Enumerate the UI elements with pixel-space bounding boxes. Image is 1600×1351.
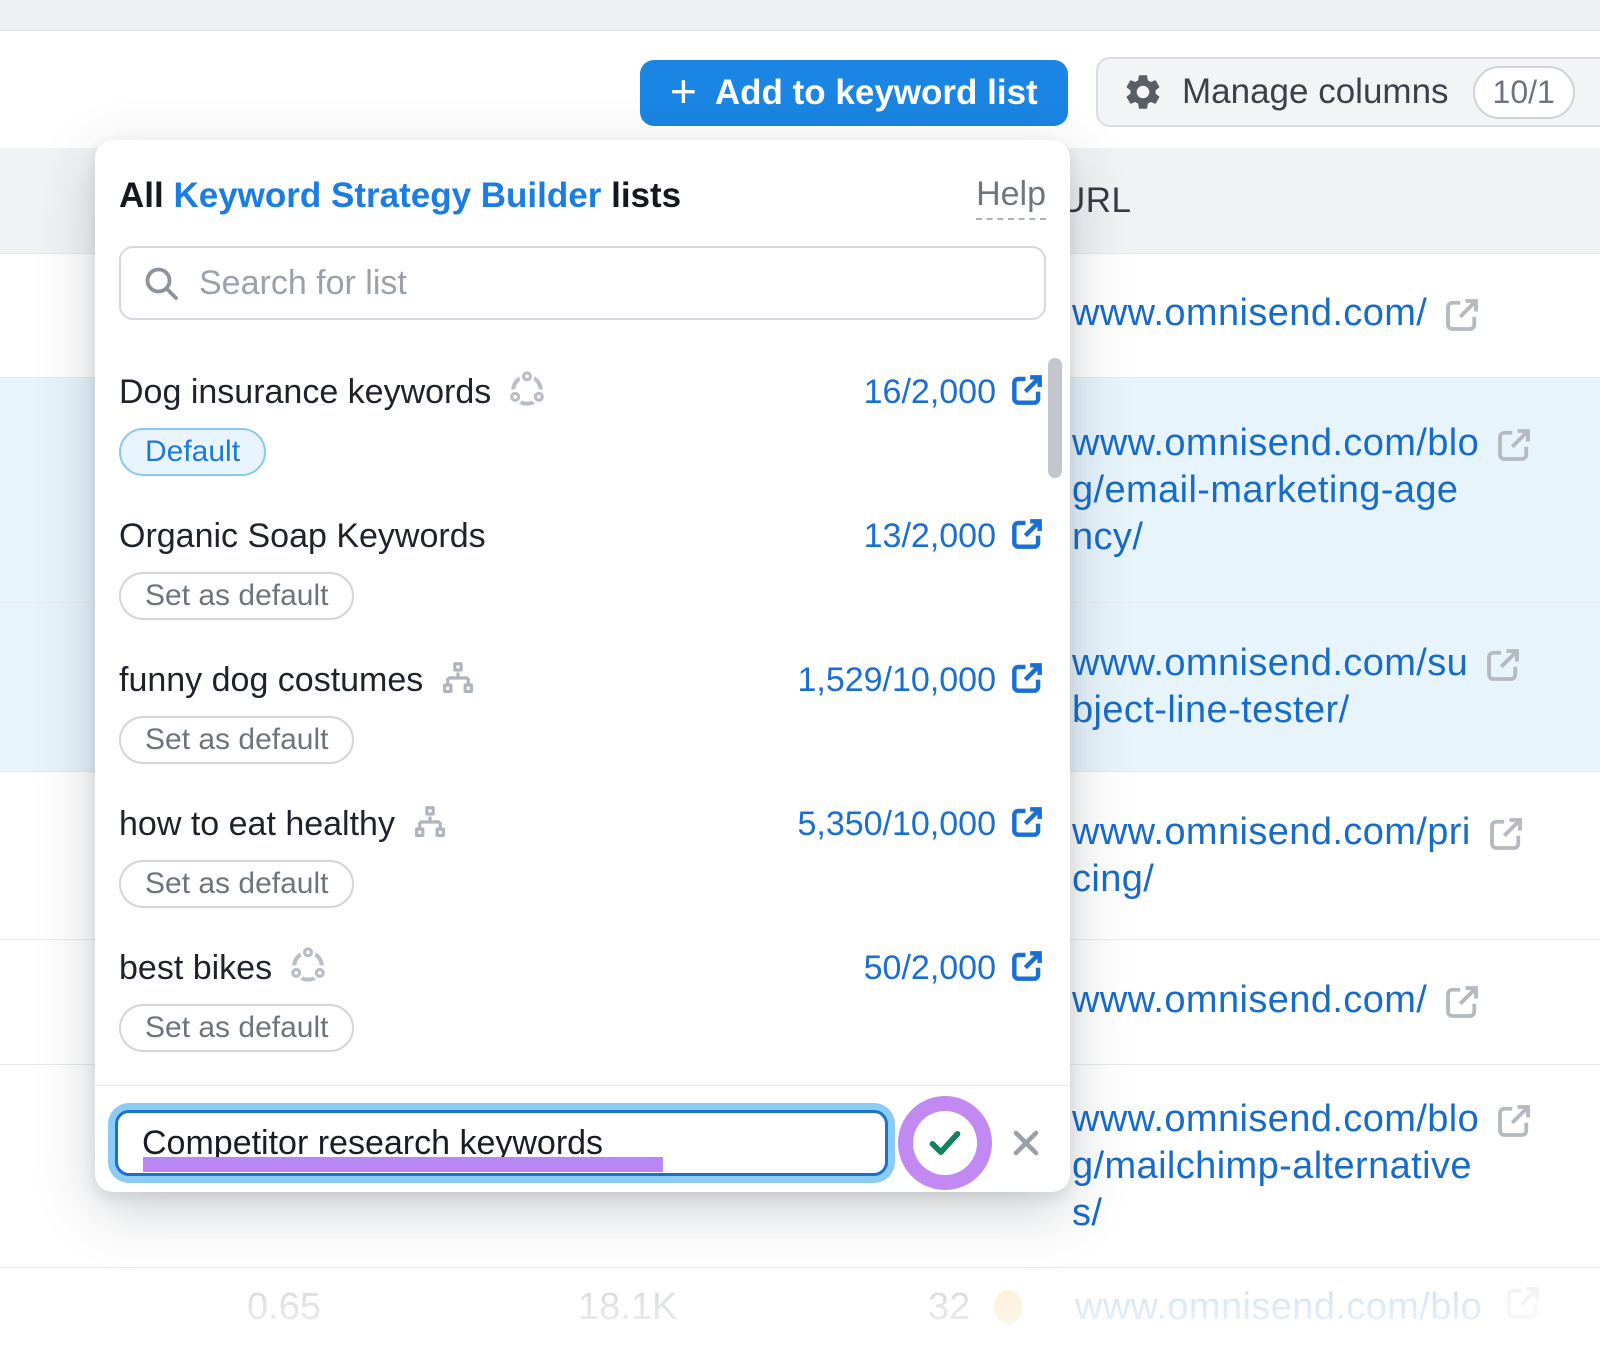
list-item: how to eat healthy 5,350/10,000 Set as d… <box>119 778 1046 922</box>
set-as-default-button[interactable]: Set as default <box>119 860 354 908</box>
search-icon <box>141 263 181 303</box>
external-link-icon[interactable] <box>1441 294 1483 341</box>
add-to-keyword-list-label: Add to keyword list <box>715 73 1038 113</box>
url-link[interactable]: cing/ <box>1072 856 1471 903</box>
url-link[interactable]: www.omnisend.com/blo <box>1072 420 1479 467</box>
url-link[interactable]: www.omnisend.com/su <box>1072 640 1468 687</box>
url-link[interactable]: www.omnisend.com/ <box>1072 977 1427 1024</box>
bottom-fade-overlay <box>0 1268 1600 1351</box>
url-link[interactable]: s/ <box>1072 1190 1479 1237</box>
list-count-link[interactable]: 13/2,000 <box>864 517 996 556</box>
default-badge: Default <box>119 428 266 476</box>
gear-icon <box>1122 71 1164 113</box>
dropdown-header: All Keyword Strategy Builder lists Help <box>95 140 1070 220</box>
list-item-row[interactable]: Dog insurance keywords 16/2,000 <box>119 368 1046 416</box>
confirm-annotation-ring <box>898 1096 992 1190</box>
list-name: best bikes <box>119 949 272 988</box>
list-name: funny dog costumes <box>119 661 423 700</box>
dropdown-title: All Keyword Strategy Builder lists <box>119 174 681 218</box>
sitemap-icon <box>411 803 449 846</box>
help-link[interactable]: Help <box>976 174 1046 220</box>
list-name: Dog insurance keywords <box>119 373 491 412</box>
dropdown-scrollbar-thumb[interactable] <box>1048 358 1062 478</box>
new-list-row <box>95 1085 1070 1190</box>
external-link-icon[interactable] <box>1008 947 1046 990</box>
external-link-icon[interactable] <box>1485 813 1527 860</box>
url-link[interactable]: g/mailchimp-alternative <box>1072 1143 1479 1190</box>
list-item-row[interactable]: funny dog costumes 1,529/10,000 <box>119 656 1046 704</box>
external-link-icon[interactable] <box>1493 1100 1535 1147</box>
cluster-icon <box>507 370 547 415</box>
manage-columns-button[interactable]: Manage columns 10/1 <box>1096 57 1600 127</box>
close-icon <box>1006 1123 1046 1163</box>
title-all: All <box>119 176 164 215</box>
set-as-default-button[interactable]: Set as default <box>119 1004 354 1052</box>
keyword-strategy-builder-link[interactable]: Keyword Strategy Builder <box>173 176 601 215</box>
manage-columns-label: Manage columns <box>1182 72 1449 112</box>
keyword-lists-dropdown: All Keyword Strategy Builder lists Help … <box>95 140 1070 1192</box>
columns-count-badge: 10/1 <box>1473 66 1575 119</box>
screen: + Add to keyword list Manage columns 10/… <box>0 0 1600 1351</box>
url-column-header: URL <box>1060 181 1132 221</box>
external-link-icon[interactable] <box>1008 371 1046 414</box>
url-link[interactable]: www.omnisend.com/pri <box>1072 809 1471 856</box>
cluster-icon <box>288 946 328 991</box>
set-as-default-button[interactable]: Set as default <box>119 716 354 764</box>
url-link[interactable]: g/email-marketing-age <box>1072 467 1479 514</box>
external-link-icon[interactable] <box>1008 515 1046 558</box>
list-name: Organic Soap Keywords <box>119 517 486 556</box>
set-as-default-button[interactable]: Set as default <box>119 572 354 620</box>
external-link-icon[interactable] <box>1008 659 1046 702</box>
list-item-row[interactable]: best bikes 50/2,000 <box>119 944 1046 992</box>
list-item: Dog insurance keywords 16/2,000 Default <box>119 346 1046 490</box>
external-link-icon[interactable] <box>1441 981 1483 1028</box>
url-link[interactable]: bject-line-tester/ <box>1072 687 1468 734</box>
faded-table-row: 0.65 18.1K 32 www.omnisend.com/blo <box>0 1268 1600 1351</box>
cancel-button[interactable] <box>1002 1119 1050 1167</box>
url-link[interactable]: www.omnisend.com/ <box>1072 290 1427 337</box>
search-input[interactable] <box>197 263 1024 304</box>
list-search-box <box>119 246 1046 320</box>
new-list-input-wrap <box>115 1110 888 1176</box>
list-item-row[interactable]: Organic Soap Keywords 13/2,000 <box>119 512 1046 560</box>
list-count-link[interactable]: 1,529/10,000 <box>797 661 996 700</box>
external-link-icon[interactable] <box>1493 424 1535 471</box>
plus-icon: + <box>670 68 697 114</box>
list-count-link[interactable]: 16/2,000 <box>864 373 996 412</box>
list-count-link[interactable]: 50/2,000 <box>864 949 996 988</box>
list-count-link[interactable]: 5,350/10,000 <box>797 805 996 844</box>
list-item: best bikes 50/2,000 Set as default <box>119 922 1046 1066</box>
list-name: how to eat healthy <box>119 805 395 844</box>
new-list-name-input[interactable] <box>115 1110 888 1176</box>
url-link[interactable]: ncy/ <box>1072 514 1479 561</box>
confirm-button[interactable] <box>913 1111 977 1175</box>
external-link-icon[interactable] <box>1008 803 1046 846</box>
sitemap-icon <box>439 659 477 702</box>
top-strip <box>0 0 1600 31</box>
external-link-icon[interactable] <box>1482 644 1524 691</box>
title-lists: lists <box>611 176 681 215</box>
list-item: Organic Soap Keywords 13/2,000 Set as de… <box>119 490 1046 634</box>
list-item-row[interactable]: how to eat healthy 5,350/10,000 <box>119 800 1046 848</box>
keyword-lists: Dog insurance keywords 16/2,000 Default <box>95 346 1070 1066</box>
url-link[interactable]: www.omnisend.com/blo <box>1072 1096 1479 1143</box>
check-icon <box>925 1123 965 1163</box>
list-item: funny dog costumes 1,529/10,000 Set as d… <box>119 634 1046 778</box>
add-to-keyword-list-button[interactable]: + Add to keyword list <box>640 60 1068 126</box>
